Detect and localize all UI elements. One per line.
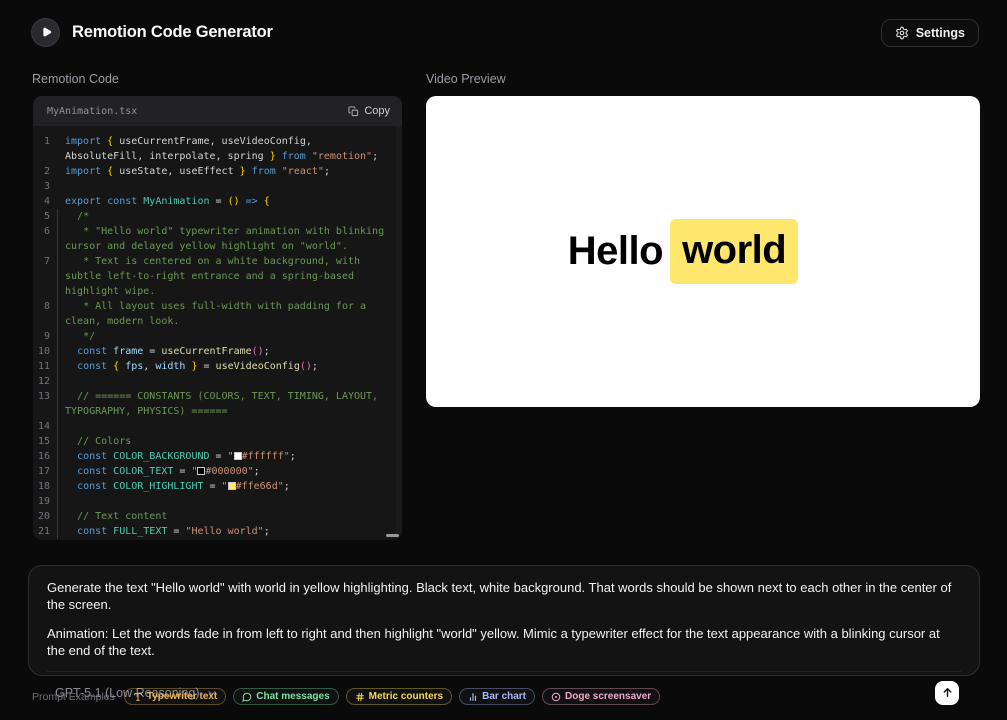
header: Remotion Code Generator Settings (0, 0, 1007, 64)
code-line: 18 const COLOR_HIGHLIGHT = "#ffe66d"; (33, 479, 402, 494)
example-pill-label: Typewriter text (147, 691, 217, 702)
hash-icon (355, 692, 365, 702)
chat-bubble-icon (242, 692, 252, 702)
code-line: 4export const MyAnimation = () => { (33, 194, 402, 209)
code-line: 13 // ====== CONSTANTS (COLORS, TEXT, TI… (33, 389, 402, 419)
preview-plain-word: Hello (568, 229, 663, 274)
prompt-paragraph-2: Animation: Let the words fade in from le… (47, 625, 961, 659)
code-line: 7 * Text is centered on a white backgrou… (33, 254, 402, 299)
example-pill-label: Bar chart (482, 691, 526, 702)
example-pill-label: Chat messages (256, 691, 329, 702)
play-triangle-icon (38, 25, 53, 40)
code-line: 2import { useState, useEffect } from "re… (33, 164, 402, 179)
code-line: 12 (33, 374, 402, 389)
code-line: 6 * "Hello world" typewriter animation w… (33, 224, 402, 254)
code-filename: MyAnimation.tsx (47, 106, 137, 117)
preview-section-label: Video Preview (426, 72, 506, 86)
copy-icon (348, 106, 359, 117)
arrow-up-icon (941, 686, 954, 699)
code-editor-content[interactable]: 1import { useCurrentFrame, useVideoConfi… (33, 126, 402, 540)
example-pill-label: Metric counters (369, 691, 443, 702)
code-line: 5 /* (33, 209, 402, 224)
prompt-input[interactable]: Generate the text "Hello world" with wor… (47, 579, 961, 659)
code-line: 10 const frame = useCurrentFrame(); (33, 344, 402, 359)
bar-chart-icon (468, 692, 478, 702)
color-swatch (234, 452, 242, 460)
code-line: 8 * All layout uses full-width with padd… (33, 299, 402, 329)
example-pill-metric-counters[interactable]: Metric counters (346, 688, 452, 705)
code-line: 20 // Text content (33, 509, 402, 524)
code-line: 14 (33, 419, 402, 434)
code-line: 3 (33, 179, 402, 194)
code-editor-tab-bar: MyAnimation.tsx Copy (33, 96, 402, 126)
page-title: Remotion Code Generator (72, 23, 273, 42)
remotion-logo-icon (32, 19, 59, 46)
example-pill-chat-messages[interactable]: Chat messages (233, 688, 338, 705)
circle-dot-icon (551, 692, 561, 702)
code-line: 9 */ (33, 329, 402, 344)
copy-button-label: Copy (364, 105, 390, 117)
example-pill-label: Doge screensaver (565, 691, 651, 702)
copy-button[interactable]: Copy (348, 105, 390, 117)
send-button[interactable] (935, 681, 959, 705)
code-line: 16 const COLOR_BACKGROUND = "#ffffff"; (33, 449, 402, 464)
gear-icon (895, 26, 909, 40)
code-scrollbar-track[interactable] (396, 126, 402, 540)
preview-rendered-text: Hello world (568, 219, 798, 284)
code-line: 1import { useCurrentFrame, useVideoConfi… (33, 134, 402, 164)
example-pill-bar-chart[interactable]: Bar chart (459, 688, 535, 705)
settings-button-label: Settings (916, 26, 965, 40)
app-window: Remotion Code Generator Settings Remotio… (0, 0, 1007, 720)
type-icon (133, 692, 143, 702)
code-line: 21 const FULL_TEXT = "Hello world"; (33, 524, 402, 539)
code-line: 19 (33, 494, 402, 509)
settings-button[interactable]: Settings (881, 19, 979, 47)
example-pill-doge-screensaver[interactable]: Doge screensaver (542, 688, 660, 705)
preview-highlight: world (670, 219, 798, 284)
code-editor-panel: MyAnimation.tsx Copy 1import { useCurren… (33, 96, 402, 540)
prompt-paragraph-1: Generate the text "Hello world" with wor… (47, 579, 961, 613)
color-swatch (228, 482, 236, 490)
prompt-examples-label: Prompt Examples (32, 691, 115, 703)
prompt-box: Generate the text "Hello world" with wor… (28, 565, 980, 676)
code-line: 15 // Colors (33, 434, 402, 449)
code-lines: 1import { useCurrentFrame, useVideoConfi… (33, 134, 402, 539)
code-line: 11 const { fps, width } = useVideoConfig… (33, 359, 402, 374)
example-pill-typewriter-text[interactable]: Typewriter text (124, 688, 226, 705)
code-section-label: Remotion Code (32, 72, 119, 86)
code-line: 17 const COLOR_TEXT = "#000000"; (33, 464, 402, 479)
code-scrollbar-thumb[interactable] (386, 534, 399, 537)
video-preview-frame: Hello world (426, 96, 980, 407)
prompt-examples-row: Prompt Examples Typewriter text Chat mes… (32, 688, 660, 705)
